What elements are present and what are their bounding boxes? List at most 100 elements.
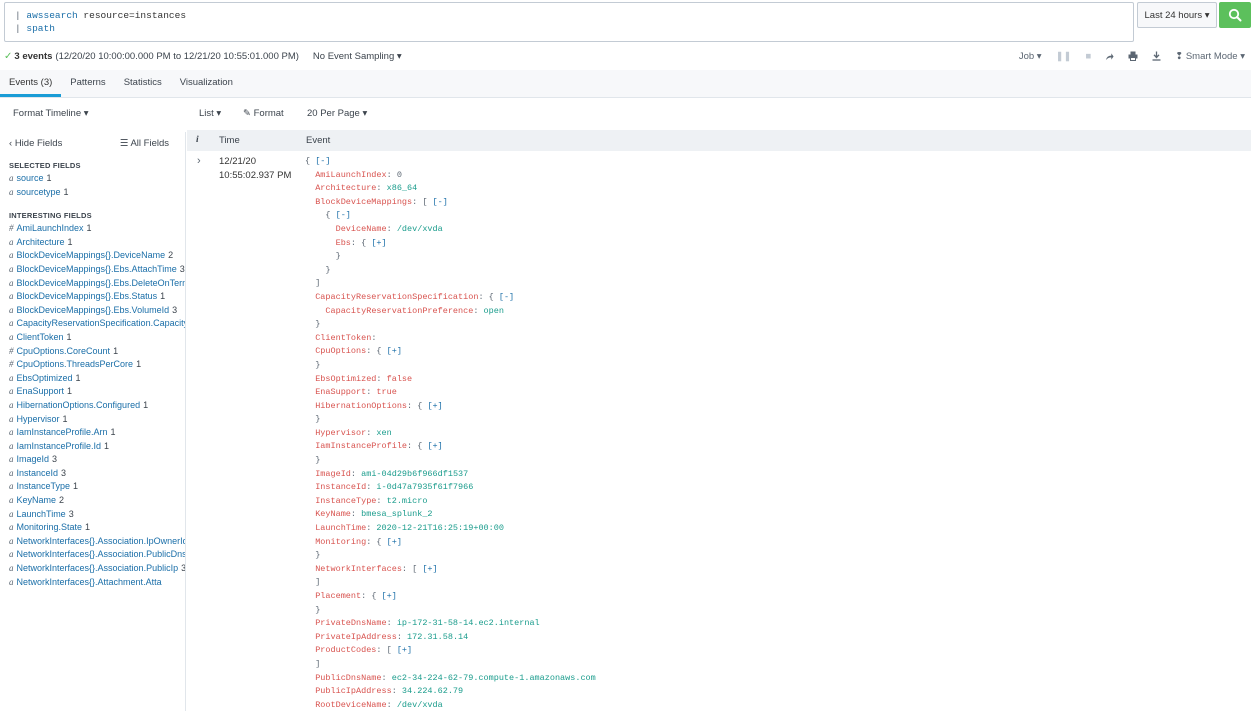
json-key[interactable]: KeyName bbox=[315, 509, 351, 519]
json-key[interactable]: PrivateDnsName bbox=[315, 618, 386, 628]
json-key[interactable]: ClientToken bbox=[315, 333, 371, 343]
export-icon[interactable] bbox=[1152, 51, 1161, 61]
field-item[interactable]: a CapacityReservationSpecification.Capaci… bbox=[0, 317, 185, 331]
field-name[interactable]: CapacityReservationSpecification.Capacit… bbox=[17, 318, 186, 328]
json-key[interactable]: DeviceName bbox=[336, 224, 387, 234]
field-item[interactable]: a NetworkInterfaces{}.Association.IpOwner… bbox=[0, 535, 185, 549]
json-key[interactable]: Monitoring bbox=[315, 537, 366, 547]
field-name[interactable]: IamInstanceProfile.Id bbox=[17, 441, 102, 451]
field-item[interactable]: aBlockDeviceMappings{}.Ebs.DeleteOnTermi… bbox=[0, 277, 185, 291]
field-item[interactable]: a IamInstanceProfile.Arn 1 bbox=[0, 426, 185, 440]
field-item[interactable]: a source 1 bbox=[0, 172, 185, 186]
field-name[interactable]: NetworkInterfaces{}.Association.PublicDn… bbox=[17, 549, 186, 559]
tab-patterns[interactable]: Patterns bbox=[61, 70, 114, 97]
field-item[interactable]: a KeyName 2 bbox=[0, 494, 185, 508]
field-item[interactable]: a BlockDeviceMappings{}.Ebs.AttachTime 3 bbox=[0, 263, 185, 277]
field-name[interactable]: ImageId bbox=[17, 454, 50, 464]
time-column-header[interactable]: Time bbox=[219, 130, 240, 151]
field-name[interactable]: KeyName bbox=[17, 495, 57, 505]
json-value[interactable]: 34.224.62.79 bbox=[402, 686, 463, 696]
field-item[interactable]: a EbsOptimized 1 bbox=[0, 372, 185, 386]
field-name[interactable]: Hypervisor bbox=[17, 414, 60, 424]
json-value[interactable]: ec2-34-224-62-79.compute-1.amazonaws.com bbox=[392, 673, 596, 683]
field-item[interactable]: a sourcetype 1 bbox=[0, 186, 185, 200]
json-key[interactable]: AmiLaunchIndex bbox=[315, 170, 386, 180]
field-name[interactable]: NetworkInterfaces{}.Association.IpOwnerI… bbox=[17, 536, 186, 546]
field-name[interactable]: Architecture bbox=[17, 237, 65, 247]
json-key[interactable]: Ebs bbox=[336, 238, 351, 248]
hide-fields-button[interactable]: ‹ Hide Fields bbox=[9, 138, 62, 149]
json-key[interactable]: true bbox=[376, 387, 396, 397]
json-key[interactable]: EbsOptimized bbox=[315, 374, 376, 384]
field-name[interactable]: BlockDeviceMappings{}.Ebs.Status bbox=[17, 291, 158, 301]
pause-icon[interactable]: ❚❚ bbox=[1056, 51, 1072, 62]
json-value[interactable]: 172.31.58.14 bbox=[407, 632, 468, 642]
field-name[interactable]: LaunchTime bbox=[17, 509, 66, 519]
json-value[interactable]: ami-04d29b6f966df1537 bbox=[361, 469, 468, 479]
json-key[interactable]: false bbox=[387, 374, 413, 384]
json-value[interactable]: t2.micro bbox=[387, 496, 428, 506]
field-item[interactable]: a ImageId 3 bbox=[0, 453, 185, 467]
field-item[interactable]: a NetworkInterfaces{}.Association.PublicI… bbox=[0, 562, 185, 576]
field-name[interactable]: sourcetype bbox=[17, 187, 61, 197]
field-item[interactable]: a IamInstanceProfile.Id 1 bbox=[0, 440, 185, 454]
field-item[interactable]: a NetworkInterfaces{}.Attachment.Atta bbox=[0, 576, 185, 590]
json-value[interactable]: 2020-12-21T16:25:19+00:00 bbox=[376, 523, 504, 533]
format-timeline-dropdown[interactable]: Format Timeline ▾ bbox=[13, 98, 89, 130]
json-key[interactable]: CpuOptions bbox=[315, 346, 366, 356]
json-toggle[interactable]: [+] bbox=[382, 591, 397, 601]
field-name[interactable]: ClientToken bbox=[17, 332, 64, 342]
json-key[interactable]: BlockDeviceMappings bbox=[315, 197, 412, 207]
format-button[interactable]: ✎ Format bbox=[243, 98, 284, 130]
field-name[interactable]: BlockDeviceMappings{}.Ebs.DeleteOnTermin… bbox=[17, 278, 186, 288]
json-key[interactable]: EnaSupport bbox=[315, 387, 366, 397]
json-value[interactable]: bmesa_splunk_2 bbox=[361, 509, 432, 519]
tab-statistics[interactable]: Statistics bbox=[115, 70, 171, 97]
field-name[interactable]: CpuOptions.CoreCount bbox=[17, 346, 111, 356]
field-name[interactable]: Monitoring.State bbox=[17, 522, 83, 532]
json-key[interactable]: Hypervisor bbox=[315, 428, 366, 438]
json-value[interactable]: i-0d47a7935f61f7966 bbox=[376, 482, 473, 492]
job-menu[interactable]: Job ▾ bbox=[1019, 51, 1042, 62]
list-view-dropdown[interactable]: List ▾ bbox=[199, 98, 221, 130]
per-page-dropdown[interactable]: 20 Per Page ▾ bbox=[307, 98, 367, 130]
field-item[interactable]: # CpuOptions.CoreCount 1 bbox=[0, 345, 185, 359]
field-item[interactable]: a BlockDeviceMappings{}.DeviceName 2 bbox=[0, 249, 185, 263]
field-name[interactable]: BlockDeviceMappings{}.Ebs.AttachTime bbox=[17, 264, 177, 274]
json-toggle[interactable]: [-] bbox=[499, 292, 514, 302]
json-key[interactable]: ProductCodes bbox=[315, 645, 376, 655]
json-key[interactable]: HibernationOptions bbox=[315, 401, 407, 411]
json-key[interactable]: ImageId bbox=[315, 469, 351, 479]
share-icon[interactable] bbox=[1105, 52, 1114, 61]
json-value[interactable]: /dev/xvda bbox=[397, 224, 443, 234]
json-key[interactable]: Placement bbox=[315, 591, 361, 601]
field-item[interactable]: a EnaSupport 1 bbox=[0, 385, 185, 399]
json-toggle[interactable]: [+] bbox=[387, 346, 402, 356]
field-name[interactable]: InstanceType bbox=[17, 481, 71, 491]
field-item[interactable]: # CpuOptions.ThreadsPerCore 1 bbox=[0, 358, 185, 372]
json-key[interactable]: PublicDnsName bbox=[315, 673, 381, 683]
field-name[interactable]: source bbox=[17, 173, 44, 183]
field-name[interactable]: CpuOptions.ThreadsPerCore bbox=[17, 359, 134, 369]
tab-visualization[interactable]: Visualization bbox=[171, 70, 242, 97]
field-item[interactable]: a BlockDeviceMappings{}.Ebs.Status 1 bbox=[0, 290, 185, 304]
json-toggle[interactable]: [+] bbox=[371, 238, 386, 248]
all-fields-button[interactable]: ☰ All Fields bbox=[120, 138, 169, 149]
json-value[interactable]: x86_64 bbox=[387, 183, 418, 193]
field-name[interactable]: HibernationOptions.Configured bbox=[17, 400, 141, 410]
field-name[interactable]: BlockDeviceMappings{}.Ebs.VolumeId bbox=[17, 305, 170, 315]
json-toggle[interactable]: [+] bbox=[427, 401, 442, 411]
field-item[interactable]: a Monitoring.State 1 bbox=[0, 521, 185, 535]
field-item[interactable]: a HibernationOptions.Configured 1 bbox=[0, 399, 185, 413]
expand-row-icon[interactable]: › bbox=[197, 155, 201, 167]
json-key[interactable]: LaunchTime bbox=[315, 523, 366, 533]
field-name[interactable]: BlockDeviceMappings{}.DeviceName bbox=[17, 250, 166, 260]
field-item[interactable]: a ClientToken 1 bbox=[0, 331, 185, 345]
field-item[interactable]: a BlockDeviceMappings{}.Ebs.VolumeId 3 bbox=[0, 304, 185, 318]
json-toggle[interactable]: [+] bbox=[422, 564, 437, 574]
event-sampling-dropdown[interactable]: No Event Sampling ▾ bbox=[313, 51, 402, 62]
json-toggle[interactable]: [+] bbox=[427, 441, 442, 451]
json-toggle[interactable]: [-] bbox=[433, 197, 448, 207]
json-key[interactable]: CapacityReservationPreference bbox=[325, 306, 473, 316]
json-key[interactable]: PublicIpAddress bbox=[315, 686, 392, 696]
